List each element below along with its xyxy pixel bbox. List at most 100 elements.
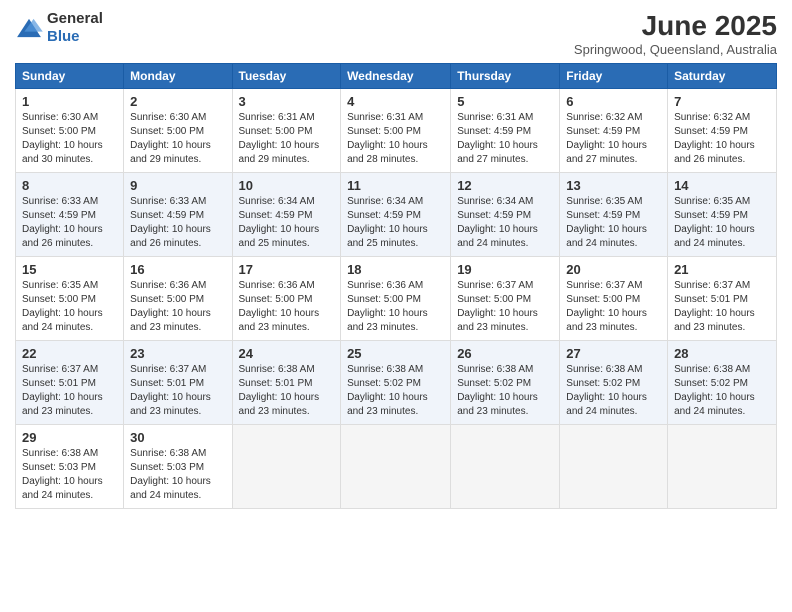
header-monday: Monday — [124, 64, 232, 89]
day-number: 29 — [22, 430, 117, 445]
calendar-cell: 20 Sunrise: 6:37 AMSunset: 5:00 PMDaylig… — [560, 257, 668, 341]
calendar-cell: 16 Sunrise: 6:36 AMSunset: 5:00 PMDaylig… — [124, 257, 232, 341]
calendar-cell: 21 Sunrise: 6:37 AMSunset: 5:01 PMDaylig… — [668, 257, 777, 341]
day-number: 12 — [457, 178, 553, 193]
day-info: Sunrise: 6:35 AMSunset: 4:59 PMDaylight:… — [674, 195, 770, 251]
header-wednesday: Wednesday — [341, 64, 451, 89]
location-title: Springwood, Queensland, Australia — [574, 42, 777, 57]
day-number: 9 — [130, 178, 225, 193]
calendar-cell: 19 Sunrise: 6:37 AMSunset: 5:00 PMDaylig… — [451, 257, 560, 341]
day-number: 25 — [347, 346, 444, 361]
day-info: Sunrise: 6:31 AMSunset: 5:00 PMDaylight:… — [239, 111, 335, 167]
calendar-cell: 5 Sunrise: 6:31 AMSunset: 4:59 PMDayligh… — [451, 89, 560, 173]
calendar-cell: 30 Sunrise: 6:38 AMSunset: 5:03 PMDaylig… — [124, 425, 232, 509]
calendar-row: 29 Sunrise: 6:38 AMSunset: 5:03 PMDaylig… — [16, 425, 777, 509]
day-number: 24 — [239, 346, 335, 361]
calendar-cell: 24 Sunrise: 6:38 AMSunset: 5:01 PMDaylig… — [232, 341, 341, 425]
day-number: 23 — [130, 346, 225, 361]
calendar-cell: 9 Sunrise: 6:33 AMSunset: 4:59 PMDayligh… — [124, 173, 232, 257]
calendar-cell: 14 Sunrise: 6:35 AMSunset: 4:59 PMDaylig… — [668, 173, 777, 257]
day-info: Sunrise: 6:35 AMSunset: 4:59 PMDaylight:… — [566, 195, 661, 251]
header-tuesday: Tuesday — [232, 64, 341, 89]
day-number: 17 — [239, 262, 335, 277]
day-number: 28 — [674, 346, 770, 361]
day-number: 8 — [22, 178, 117, 193]
day-info: Sunrise: 6:31 AMSunset: 4:59 PMDaylight:… — [457, 111, 553, 167]
day-info: Sunrise: 6:38 AMSunset: 5:03 PMDaylight:… — [22, 447, 117, 503]
calendar-cell — [232, 425, 341, 509]
header: General Blue June 2025 Springwood, Queen… — [15, 10, 777, 57]
day-number: 4 — [347, 94, 444, 109]
calendar-row: 22 Sunrise: 6:37 AMSunset: 5:01 PMDaylig… — [16, 341, 777, 425]
calendar-cell — [560, 425, 668, 509]
day-info: Sunrise: 6:38 AMSunset: 5:02 PMDaylight:… — [457, 363, 553, 419]
day-number: 13 — [566, 178, 661, 193]
calendar-cell: 11 Sunrise: 6:34 AMSunset: 4:59 PMDaylig… — [341, 173, 451, 257]
day-number: 3 — [239, 94, 335, 109]
day-info: Sunrise: 6:34 AMSunset: 4:59 PMDaylight:… — [457, 195, 553, 251]
page-container: General Blue June 2025 Springwood, Queen… — [0, 0, 792, 519]
day-info: Sunrise: 6:38 AMSunset: 5:01 PMDaylight:… — [239, 363, 335, 419]
calendar-cell: 10 Sunrise: 6:34 AMSunset: 4:59 PMDaylig… — [232, 173, 341, 257]
calendar-cell: 17 Sunrise: 6:36 AMSunset: 5:00 PMDaylig… — [232, 257, 341, 341]
header-thursday: Thursday — [451, 64, 560, 89]
calendar-cell — [341, 425, 451, 509]
calendar-cell: 27 Sunrise: 6:38 AMSunset: 5:02 PMDaylig… — [560, 341, 668, 425]
day-info: Sunrise: 6:37 AMSunset: 5:00 PMDaylight:… — [457, 279, 553, 335]
day-info: Sunrise: 6:36 AMSunset: 5:00 PMDaylight:… — [347, 279, 444, 335]
day-info: Sunrise: 6:30 AMSunset: 5:00 PMDaylight:… — [22, 111, 117, 167]
day-info: Sunrise: 6:34 AMSunset: 4:59 PMDaylight:… — [347, 195, 444, 251]
day-info: Sunrise: 6:37 AMSunset: 5:01 PMDaylight:… — [22, 363, 117, 419]
logo: General Blue — [15, 10, 103, 46]
day-number: 2 — [130, 94, 225, 109]
day-number: 21 — [674, 262, 770, 277]
logo-text: General Blue — [47, 10, 103, 46]
calendar-row: 8 Sunrise: 6:33 AMSunset: 4:59 PMDayligh… — [16, 173, 777, 257]
day-info: Sunrise: 6:36 AMSunset: 5:00 PMDaylight:… — [130, 279, 225, 335]
day-info: Sunrise: 6:38 AMSunset: 5:03 PMDaylight:… — [130, 447, 225, 503]
day-number: 19 — [457, 262, 553, 277]
day-number: 10 — [239, 178, 335, 193]
title-block: June 2025 Springwood, Queensland, Austra… — [574, 10, 777, 57]
calendar-table: Sunday Monday Tuesday Wednesday Thursday… — [15, 63, 777, 509]
day-info: Sunrise: 6:37 AMSunset: 5:01 PMDaylight:… — [674, 279, 770, 335]
logo-icon — [15, 17, 43, 39]
calendar-cell: 15 Sunrise: 6:35 AMSunset: 5:00 PMDaylig… — [16, 257, 124, 341]
calendar-header-row: Sunday Monday Tuesday Wednesday Thursday… — [16, 64, 777, 89]
header-saturday: Saturday — [668, 64, 777, 89]
day-info: Sunrise: 6:33 AMSunset: 4:59 PMDaylight:… — [130, 195, 225, 251]
day-info: Sunrise: 6:31 AMSunset: 5:00 PMDaylight:… — [347, 111, 444, 167]
calendar-cell: 7 Sunrise: 6:32 AMSunset: 4:59 PMDayligh… — [668, 89, 777, 173]
day-number: 14 — [674, 178, 770, 193]
day-info: Sunrise: 6:38 AMSunset: 5:02 PMDaylight:… — [347, 363, 444, 419]
header-sunday: Sunday — [16, 64, 124, 89]
month-title: June 2025 — [574, 10, 777, 42]
calendar-cell: 2 Sunrise: 6:30 AMSunset: 5:00 PMDayligh… — [124, 89, 232, 173]
day-number: 30 — [130, 430, 225, 445]
day-number: 18 — [347, 262, 444, 277]
calendar-cell: 6 Sunrise: 6:32 AMSunset: 4:59 PMDayligh… — [560, 89, 668, 173]
header-friday: Friday — [560, 64, 668, 89]
calendar-cell: 8 Sunrise: 6:33 AMSunset: 4:59 PMDayligh… — [16, 173, 124, 257]
calendar-cell: 18 Sunrise: 6:36 AMSunset: 5:00 PMDaylig… — [341, 257, 451, 341]
day-info: Sunrise: 6:30 AMSunset: 5:00 PMDaylight:… — [130, 111, 225, 167]
day-info: Sunrise: 6:32 AMSunset: 4:59 PMDaylight:… — [566, 111, 661, 167]
day-info: Sunrise: 6:36 AMSunset: 5:00 PMDaylight:… — [239, 279, 335, 335]
calendar-cell: 12 Sunrise: 6:34 AMSunset: 4:59 PMDaylig… — [451, 173, 560, 257]
day-info: Sunrise: 6:37 AMSunset: 5:00 PMDaylight:… — [566, 279, 661, 335]
day-info: Sunrise: 6:35 AMSunset: 5:00 PMDaylight:… — [22, 279, 117, 335]
day-number: 16 — [130, 262, 225, 277]
day-number: 6 — [566, 94, 661, 109]
calendar-row: 1 Sunrise: 6:30 AMSunset: 5:00 PMDayligh… — [16, 89, 777, 173]
calendar-cell: 22 Sunrise: 6:37 AMSunset: 5:01 PMDaylig… — [16, 341, 124, 425]
calendar-cell: 13 Sunrise: 6:35 AMSunset: 4:59 PMDaylig… — [560, 173, 668, 257]
calendar-cell: 26 Sunrise: 6:38 AMSunset: 5:02 PMDaylig… — [451, 341, 560, 425]
day-info: Sunrise: 6:32 AMSunset: 4:59 PMDaylight:… — [674, 111, 770, 167]
calendar-cell — [668, 425, 777, 509]
calendar-cell: 1 Sunrise: 6:30 AMSunset: 5:00 PMDayligh… — [16, 89, 124, 173]
calendar-cell: 3 Sunrise: 6:31 AMSunset: 5:00 PMDayligh… — [232, 89, 341, 173]
day-number: 20 — [566, 262, 661, 277]
day-info: Sunrise: 6:38 AMSunset: 5:02 PMDaylight:… — [674, 363, 770, 419]
calendar-row: 15 Sunrise: 6:35 AMSunset: 5:00 PMDaylig… — [16, 257, 777, 341]
day-number: 15 — [22, 262, 117, 277]
